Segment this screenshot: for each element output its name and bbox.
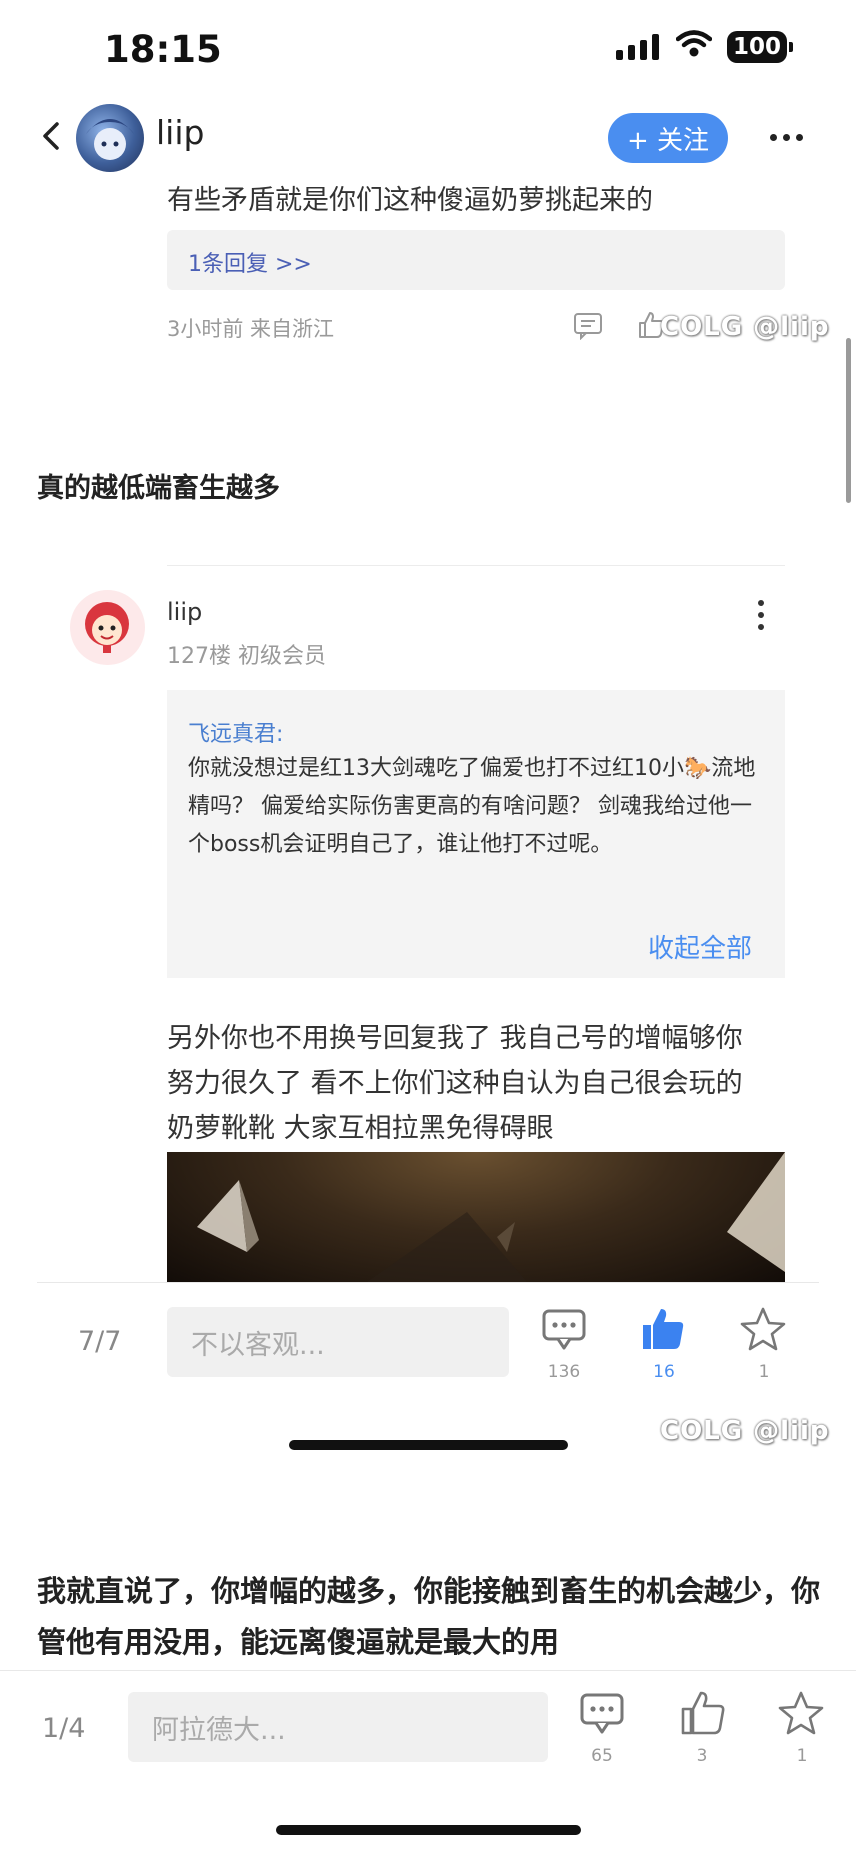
- comment-icon[interactable]: [541, 1308, 587, 1352]
- comment-icon[interactable]: [579, 1692, 625, 1736]
- reply-username[interactable]: liip: [167, 598, 202, 626]
- star-count: 1: [758, 1362, 770, 1382]
- comment-text: 有些矛盾就是你们这种傻逼奶萝挑起来的: [167, 185, 653, 216]
- quote-text: 你就没想过是红13大剑魂吃了偏爱也打不过红10小🐎流地精吗？ 偏爱给实际伤害更高…: [188, 756, 756, 857]
- post-image[interactable]: [167, 1152, 785, 1282]
- quote-author[interactable]: 飞远真君:: [188, 716, 283, 748]
- header-username[interactable]: liip: [156, 113, 204, 152]
- battery-tip: [789, 42, 793, 52]
- divider: [37, 1282, 819, 1283]
- reply-icon[interactable]: [573, 312, 603, 340]
- avatar[interactable]: [70, 590, 145, 665]
- comment-input[interactable]: 不以客观...: [167, 1307, 509, 1377]
- page-counter[interactable]: 1/4: [42, 1713, 85, 1744]
- floor-info: 127楼 初级会员: [167, 644, 326, 669]
- status-time: 18:15: [104, 28, 222, 71]
- follow-button[interactable]: + 关注: [608, 113, 728, 163]
- watermark: COLG @liip: [660, 1416, 830, 1446]
- like-icon[interactable]: [680, 1690, 726, 1736]
- star-icon[interactable]: [740, 1306, 786, 1352]
- wifi-icon: [676, 30, 712, 57]
- like-count: 16: [653, 1362, 675, 1382]
- comment-input[interactable]: 阿拉德大...: [128, 1692, 548, 1762]
- post-title: 真的越低端畜生越多: [37, 473, 280, 504]
- divider: [0, 1670, 856, 1671]
- view-replies-link[interactable]: 1条回复 >>: [188, 246, 312, 278]
- post-title: 我就直说了，你增幅的越多，你能接触到畜生的机会越少，你管他有用没用，能远离傻逼就…: [37, 1574, 821, 1659]
- like-count: 3: [696, 1746, 708, 1766]
- home-indicator[interactable]: [276, 1825, 581, 1835]
- battery-icon: 100: [727, 31, 787, 63]
- page-counter[interactable]: 7/7: [78, 1326, 121, 1357]
- scrollbar[interactable]: [846, 338, 851, 503]
- comment-count: 136: [547, 1362, 581, 1382]
- kebab-menu-icon[interactable]: [758, 600, 764, 630]
- avatar[interactable]: [76, 104, 144, 172]
- collapse-all-link[interactable]: 收起全部: [648, 928, 752, 965]
- divider: [167, 565, 785, 566]
- cellular-signal-icon: [616, 34, 659, 60]
- home-indicator[interactable]: [289, 1440, 568, 1450]
- watermark: COLG @liip: [660, 312, 830, 342]
- reply-body-text: 另外你也不用换号回复我了 我自己号的增幅够你努力很久了 看不上你们这种自认为自己…: [167, 1023, 743, 1144]
- star-count: 1: [796, 1746, 808, 1766]
- comment-meta: 3小时前 来自浙江: [167, 317, 335, 341]
- more-options-icon[interactable]: [770, 134, 803, 141]
- comment-count: 65: [591, 1746, 613, 1766]
- back-icon[interactable]: [40, 120, 62, 152]
- like-icon[interactable]: [640, 1306, 686, 1352]
- star-icon[interactable]: [778, 1690, 824, 1736]
